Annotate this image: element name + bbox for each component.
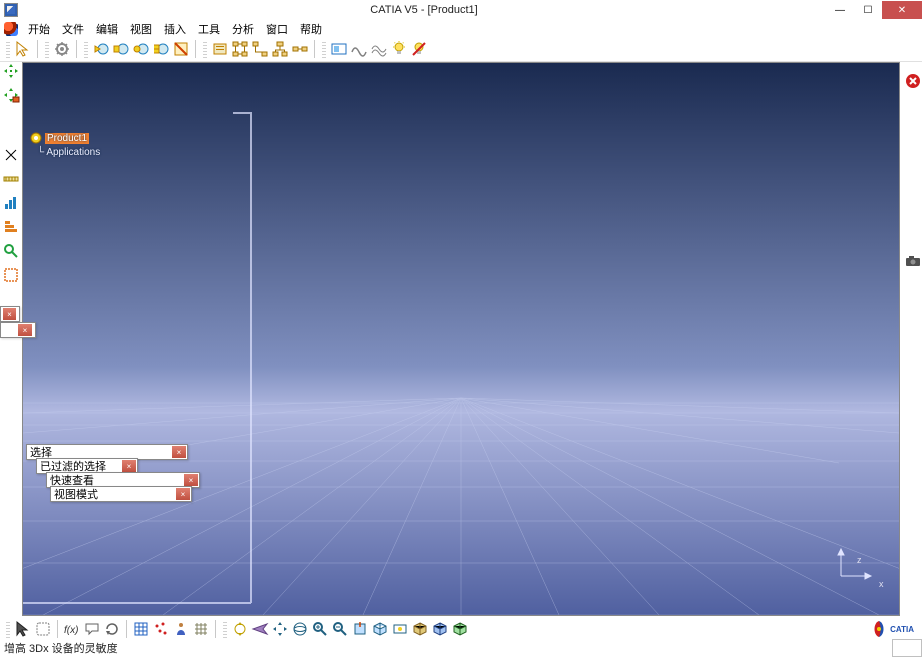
clash-icon-3[interactable] xyxy=(132,40,150,58)
close-icon[interactable]: × xyxy=(172,446,186,458)
wave2-icon[interactable] xyxy=(370,40,388,58)
move-4way-icon[interactable] xyxy=(2,62,20,80)
right-toolbar xyxy=(904,62,922,270)
zoom-out-icon[interactable] xyxy=(331,620,349,638)
look-at-icon[interactable] xyxy=(391,620,409,638)
status-text: 增高 3Dx 设备的灵敏度 xyxy=(4,640,118,656)
search-green-icon[interactable] xyxy=(2,242,20,260)
sketch-orange-icon[interactable] xyxy=(2,266,20,284)
speech-icon[interactable] xyxy=(83,620,101,638)
normal-view-icon[interactable] xyxy=(351,620,369,638)
close-icon[interactable]: × xyxy=(18,324,32,336)
cube1-icon[interactable] xyxy=(411,620,429,638)
window-title: CATIA V5 - [Product1] xyxy=(22,4,826,16)
menu-help[interactable]: 帮助 xyxy=(294,20,328,38)
menu-insert[interactable]: 插入 xyxy=(158,20,192,38)
docked-stub-2[interactable]: × xyxy=(0,322,36,338)
x-icon[interactable] xyxy=(2,146,20,164)
move-4way-lock-icon[interactable] xyxy=(2,86,20,104)
graph-v-icon[interactable] xyxy=(2,194,20,212)
status-grip xyxy=(892,639,922,657)
menu-analyze[interactable]: 分析 xyxy=(226,20,260,38)
zoom-in-icon[interactable] xyxy=(311,620,329,638)
close-icon[interactable]: × xyxy=(184,474,198,486)
clash-icon-2[interactable] xyxy=(112,40,130,58)
3d-viewport[interactable]: z x Product1 └ Applications xyxy=(22,62,900,616)
capture-icon[interactable] xyxy=(330,40,348,58)
menu-edit[interactable]: 编辑 xyxy=(90,20,124,38)
bottom-toolbar: f(x) CATIA xyxy=(0,618,922,640)
orbit-icon[interactable] xyxy=(291,620,309,638)
close-icon[interactable]: × xyxy=(122,460,136,472)
tree-icon-3[interactable] xyxy=(271,40,289,58)
close-icon[interactable]: × xyxy=(176,488,190,500)
camera-icon[interactable] xyxy=(904,252,922,270)
close-button[interactable]: ✕ xyxy=(882,1,922,19)
menu-view[interactable]: 视图 xyxy=(124,20,158,38)
maximize-button[interactable]: ☐ xyxy=(854,1,882,19)
clash-icon-4[interactable] xyxy=(152,40,170,58)
menu-bar: 开始 文件 编辑 视图 插入 工具 分析 窗口 帮助 xyxy=(0,20,922,37)
pan-rotate-icon[interactable] xyxy=(231,620,249,638)
drag-hand-icon[interactable] xyxy=(34,620,52,638)
ds-catia-logo: CATIA xyxy=(869,619,918,639)
top-toolbar xyxy=(0,37,922,62)
fly-icon[interactable] xyxy=(251,620,269,638)
person-icon[interactable] xyxy=(172,620,190,638)
menu-tools[interactable]: 工具 xyxy=(192,20,226,38)
section-icon[interactable] xyxy=(172,40,190,58)
tree-applications[interactable]: └ Applications xyxy=(37,147,100,158)
fx-icon[interactable]: f(x) xyxy=(63,620,81,638)
gear-settings-icon[interactable] xyxy=(53,40,71,58)
axis-z-label: z xyxy=(857,555,862,565)
svg-text:f(x): f(x) xyxy=(64,625,78,636)
arrow-cursor-icon[interactable] xyxy=(14,40,32,58)
cube2-icon[interactable] xyxy=(431,620,449,638)
menu-start[interactable]: 开始 xyxy=(22,20,56,38)
measure-icon[interactable] xyxy=(2,170,20,188)
clash-analysis-icon[interactable] xyxy=(92,40,110,58)
tree-root-product[interactable]: Product1 xyxy=(29,131,89,145)
cube3-icon[interactable] xyxy=(451,620,469,638)
axis-x-label: x xyxy=(879,579,884,589)
tree-icon-1[interactable] xyxy=(231,40,249,58)
menu-file[interactable]: 文件 xyxy=(56,20,90,38)
close-icon[interactable]: × xyxy=(3,308,16,320)
graph-h-icon[interactable] xyxy=(2,218,20,236)
tree-icon-2[interactable] xyxy=(251,40,269,58)
mesh-icon[interactable] xyxy=(192,620,210,638)
arrow2-icon[interactable] xyxy=(14,620,32,638)
app-icon xyxy=(4,3,18,17)
tree-icon-4[interactable] xyxy=(291,40,309,58)
grid-icon[interactable] xyxy=(132,620,150,638)
iso-view-icon[interactable] xyxy=(371,620,389,638)
catia-menu-icon[interactable] xyxy=(4,22,18,36)
no-light-icon[interactable] xyxy=(410,40,428,58)
menu-window[interactable]: 窗口 xyxy=(260,20,294,38)
left-toolbar xyxy=(0,62,20,284)
minimize-button[interactable]: — xyxy=(826,1,854,19)
pan-icon[interactable] xyxy=(271,620,289,638)
status-bar: 增高 3Dx 设备的灵敏度 xyxy=(0,640,922,656)
scatter-icon[interactable] xyxy=(152,620,170,638)
close-red-icon[interactable] xyxy=(904,72,922,90)
rotate-icon[interactable] xyxy=(103,620,121,638)
wave-icon[interactable] xyxy=(350,40,368,58)
panel-view-mode[interactable]: 视图模式 × xyxy=(50,486,192,502)
docked-stub-1[interactable]: × xyxy=(0,306,20,322)
light-bulb-icon[interactable] xyxy=(390,40,408,58)
hide-show-icon[interactable] xyxy=(211,40,229,58)
